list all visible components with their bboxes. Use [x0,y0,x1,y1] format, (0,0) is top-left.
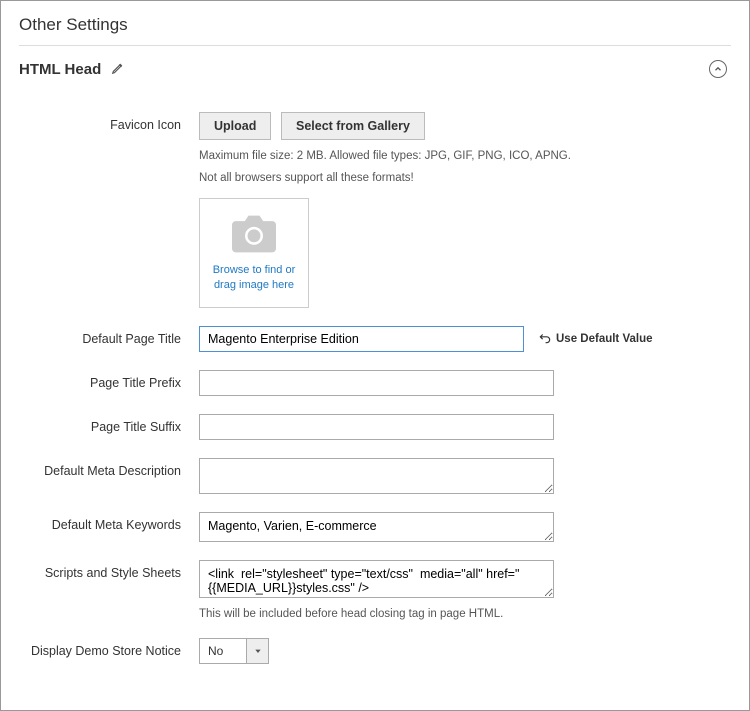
page-title-input[interactable] [199,326,524,352]
page-title-label: Default Page Title [19,326,199,352]
demo-notice-label: Display Demo Store Notice [19,638,199,664]
scripts-hint: This will be included before head closin… [199,608,503,620]
favicon-hint-1: Maximum file size: 2 MB. Allowed file ty… [199,150,571,162]
other-settings-heading: Other Settings [19,11,731,46]
edit-icon[interactable] [111,61,125,78]
suffix-label: Page Title Suffix [19,414,199,440]
uploader-text: Browse to find or drag image here [208,263,300,292]
demo-notice-select[interactable]: No [199,638,269,664]
favicon-hint-2: Not all browsers support all these forma… [199,172,414,184]
undo-icon [538,331,552,348]
favicon-label: Favicon Icon [19,112,199,308]
collapse-icon[interactable] [709,60,727,78]
favicon-uploader[interactable]: Browse to find or drag image here [199,198,309,308]
meta-keywords-input[interactable] [199,512,554,542]
camera-icon [232,214,276,257]
meta-desc-label: Default Meta Description [19,458,199,494]
meta-keywords-label: Default Meta Keywords [19,512,199,542]
use-default-label: Use Default Value [556,333,653,345]
section-header: HTML Head [19,46,731,84]
upload-button[interactable]: Upload [199,112,271,140]
section-title: HTML Head [19,61,101,78]
select-gallery-button[interactable]: Select from Gallery [281,112,425,140]
prefix-input[interactable] [199,370,554,396]
meta-desc-input[interactable] [199,458,554,494]
scripts-input[interactable] [199,560,554,598]
use-default-link[interactable]: Use Default Value [538,331,653,348]
prefix-label: Page Title Prefix [19,370,199,396]
demo-notice-value: No [199,638,247,664]
suffix-input[interactable] [199,414,554,440]
scripts-label: Scripts and Style Sheets [19,560,199,620]
chevron-down-icon[interactable] [247,638,269,664]
